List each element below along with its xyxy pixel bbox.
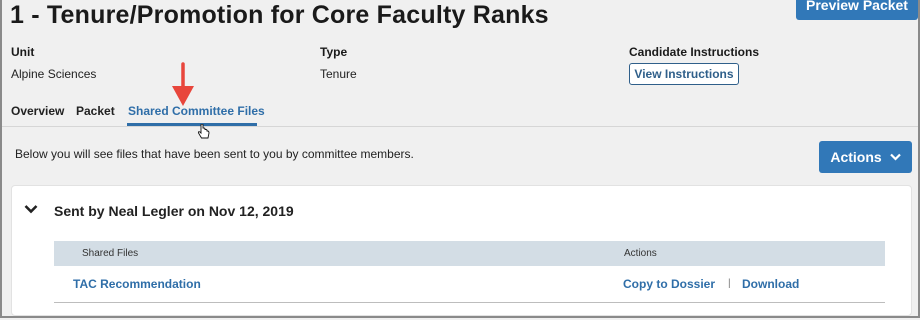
preview-packet-button[interactable]: Preview Packet [796,0,918,20]
table-header: Shared Files Actions [54,241,885,266]
description-text: Below you will see files that have been … [15,147,414,161]
page-title: 1 - Tenure/Promotion for Core Faculty Ra… [10,1,549,29]
tab-bar: Overview Packet Shared Committee Files [2,104,918,127]
tab-overview[interactable]: Overview [11,104,64,118]
hand-cursor-icon [197,124,210,139]
red-arrow-annotation [172,62,194,106]
file-link-tac-recommendation[interactable]: TAC Recommendation [73,277,201,291]
copy-to-dossier-link[interactable]: Copy to Dossier [623,277,715,291]
active-tab-indicator [127,123,257,126]
chevron-down-icon [889,153,901,161]
candidate-instructions-label: Candidate Instructions [629,45,760,59]
actions-dropdown-button[interactable]: Actions [819,141,912,173]
table-row: TAC Recommendation Copy to Dossier | Dow… [54,266,885,303]
shared-files-card: Sent by Neal Legler on Nov 12, 2019 Shar… [11,185,912,316]
actions-button-label: Actions [830,149,882,165]
type-label: Type [320,45,348,59]
action-separator: | [728,278,731,289]
unit-value: Alpine Sciences [11,67,97,81]
unit-label: Unit [11,45,35,59]
card-title: Sent by Neal Legler on Nov 12, 2019 [54,203,294,219]
download-link[interactable]: Download [742,277,799,291]
type-value: Tenure [320,67,357,81]
page-frame: 1 - Tenure/Promotion for Core Faculty Ra… [0,0,920,318]
column-header-shared-files: Shared Files [82,248,139,259]
tab-shared-committee-files[interactable]: Shared Committee Files [128,104,265,118]
collapse-chevron-icon[interactable] [24,204,38,214]
view-instructions-button[interactable]: View Instructions [629,63,739,85]
tab-packet[interactable]: Packet [76,104,115,118]
column-header-actions: Actions [624,248,657,259]
